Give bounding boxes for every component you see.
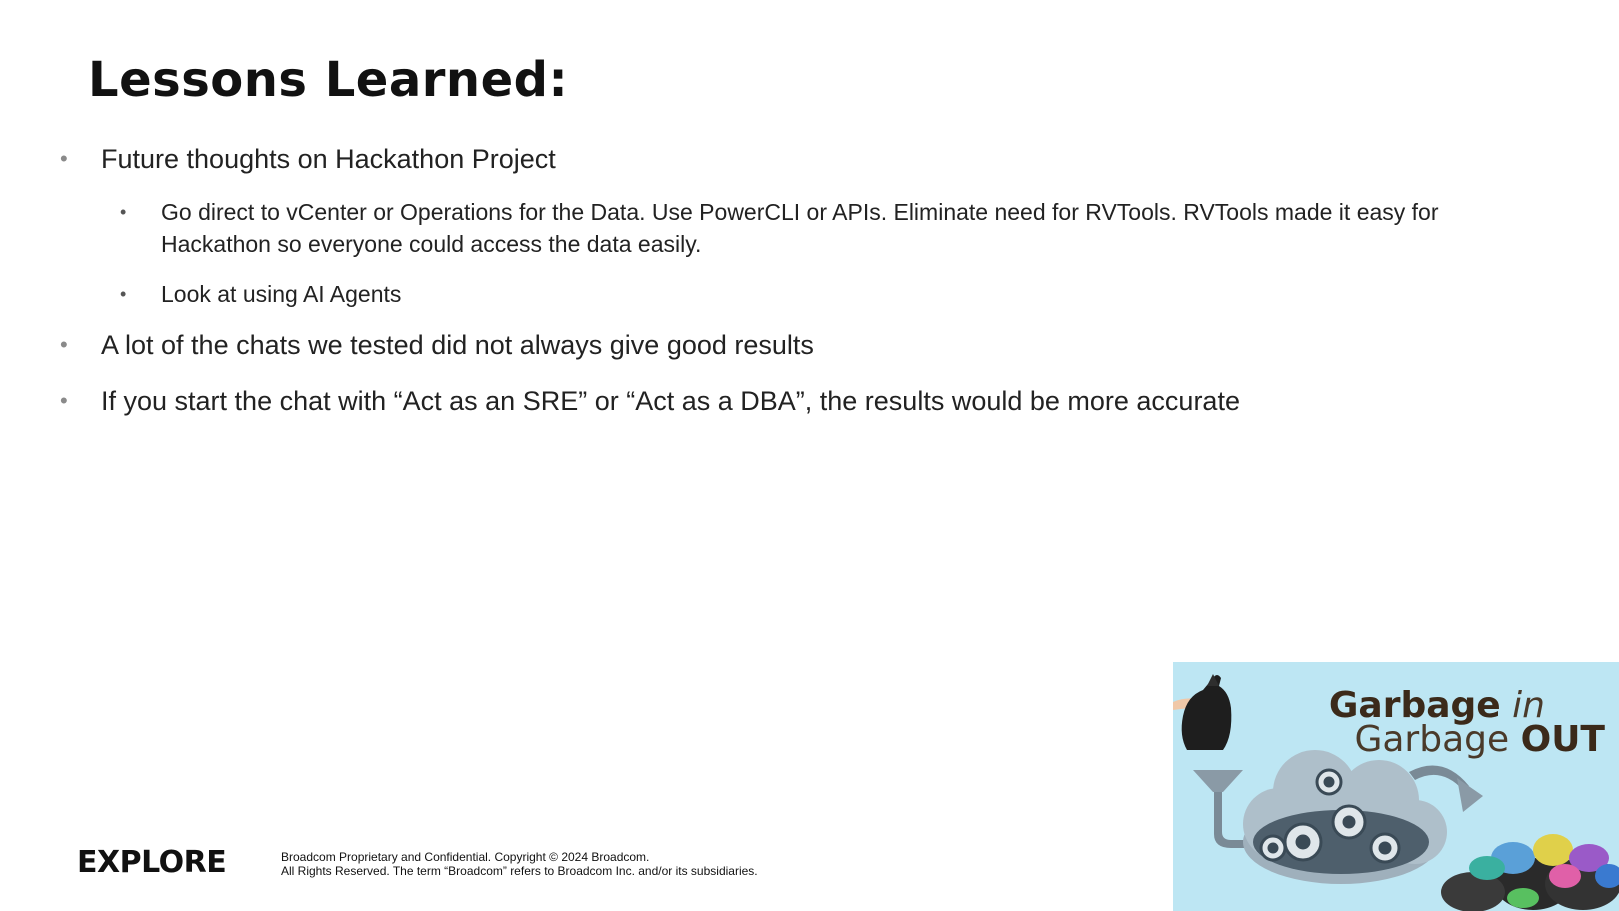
promo-line-2: Garbage OUT [1354,722,1605,758]
sub-bullet-ai-agents: Look at using AI Agents [120,278,1440,310]
bullet-act-as: If you start the chat with “Act as an SR… [60,384,1440,418]
promo-word-out: OUT [1520,719,1605,760]
garbage-in-garbage-out-image: Garbage in Garbage OUT [1173,662,1619,911]
legal-notice: Broadcom Proprietary and Confidential. C… [281,850,758,878]
sub-bullet-go-direct: Go direct to vCenter or Operations for t… [120,196,1440,260]
slide-title: Lessons Learned: [88,52,569,108]
trash-bag-icon [1181,674,1232,750]
legal-line-2: All Rights Reserved. The term “Broadcom”… [281,864,758,878]
bullet-list: Future thoughts on Hackathon Project Go … [60,142,1440,440]
bullet-chats-results: A lot of the chats we tested did not alw… [60,328,1440,362]
garbage-pile-icon [1441,834,1619,911]
bullet-future-thoughts: Future thoughts on Hackathon Project [60,142,1440,176]
promo-word-garbage-2: Garbage [1354,719,1510,760]
legal-line-1: Broadcom Proprietary and Confidential. C… [281,850,650,864]
explore-logo: EXPLORE [77,845,227,880]
